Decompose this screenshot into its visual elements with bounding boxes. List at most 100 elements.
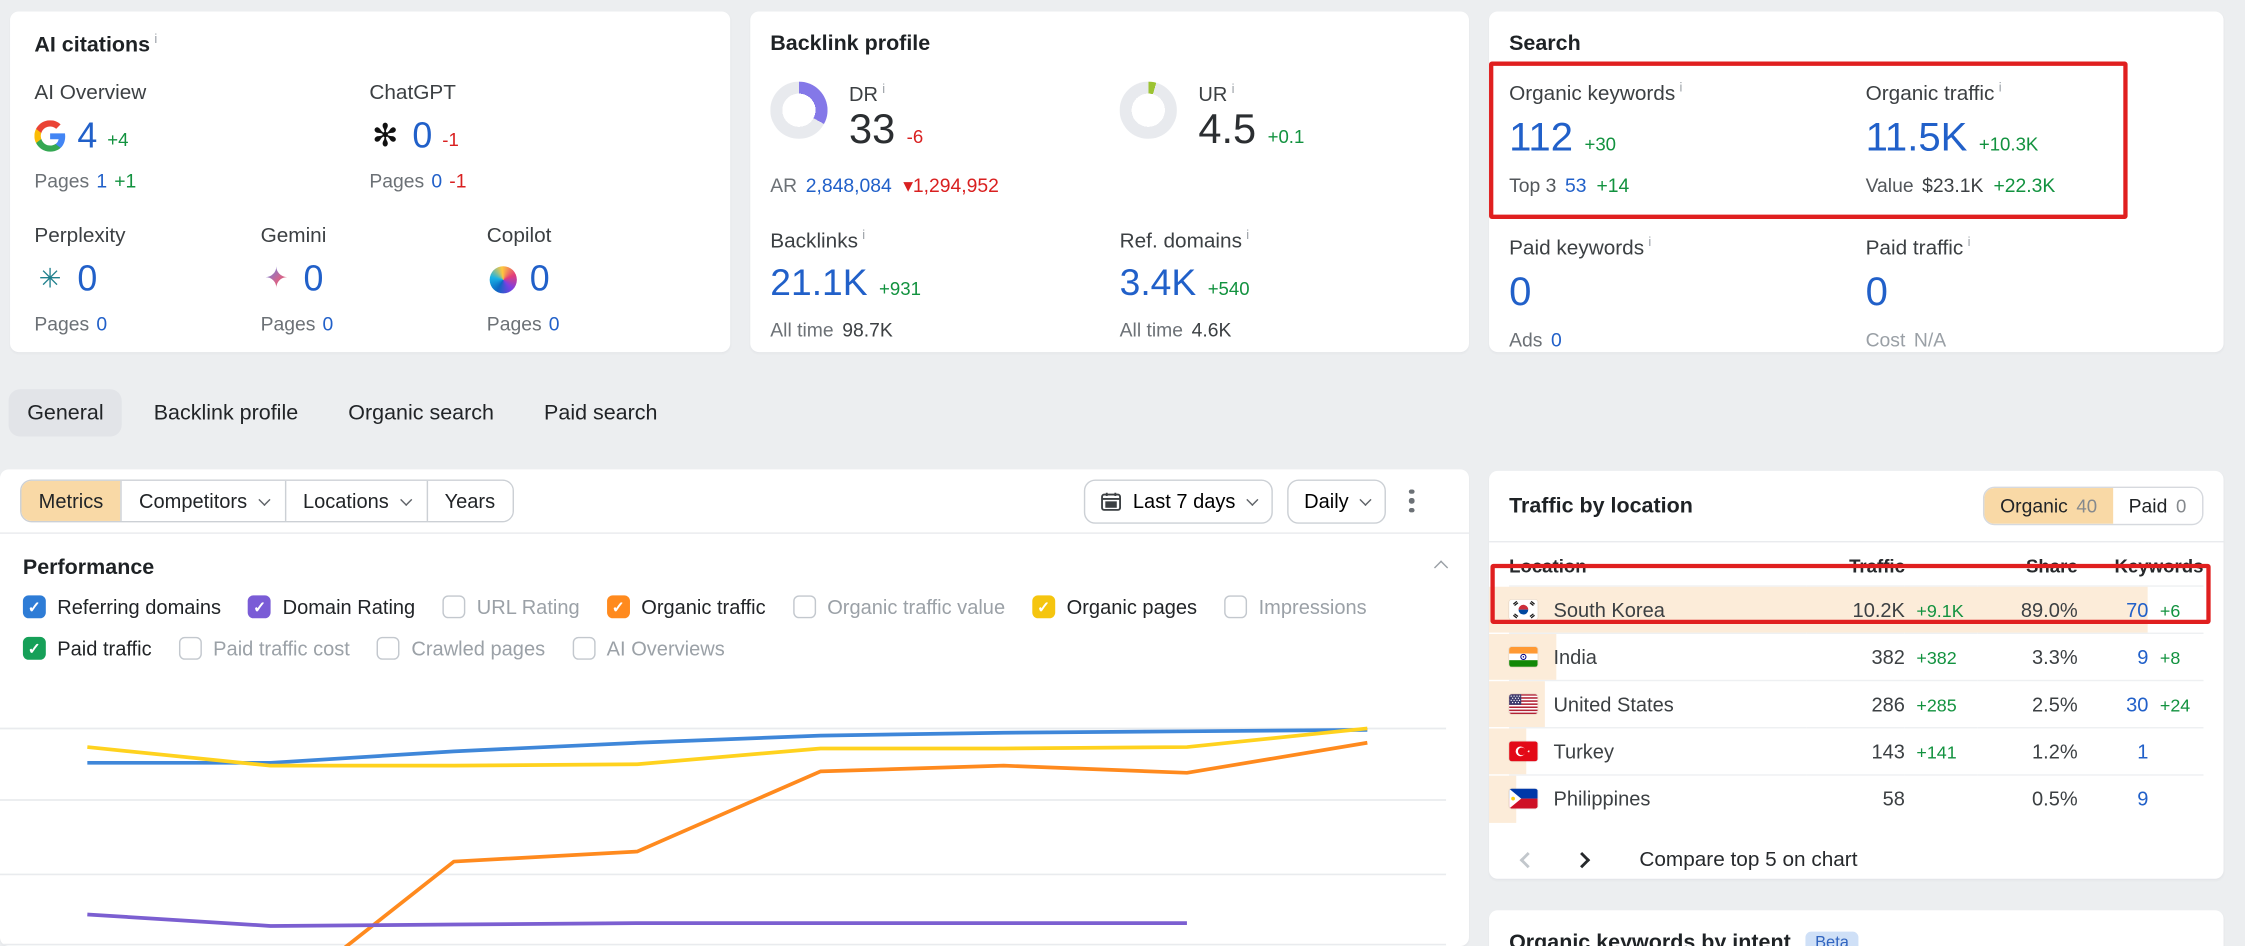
segment-locations[interactable]: Locations [284, 481, 426, 521]
organic-traffic-value[interactable]: 11.5K [1866, 114, 1968, 160]
info-icon[interactable]: i [1968, 234, 1971, 248]
organic-traffic-delta: +10.3K [1979, 133, 2039, 154]
prev-page-button[interactable] [1509, 841, 1546, 878]
checkbox-organic-traffic[interactable]: Organic traffic [607, 595, 766, 618]
keywords-value[interactable]: 1 [2137, 740, 2148, 763]
checkbox-paid-traffic-cost[interactable]: Paid traffic cost [179, 637, 350, 660]
keywords-value[interactable]: 30 [2126, 693, 2148, 716]
share-value: 89.0% [2021, 598, 2078, 621]
checkbox-icon [572, 637, 595, 660]
checkbox-paid-traffic[interactable]: Paid traffic [23, 637, 152, 660]
organic-paid-toggle: Organic40Paid0 [1983, 487, 2204, 526]
traffic-delta: +141 [1916, 743, 1956, 763]
ai-citations-value[interactable]: 0 [530, 258, 550, 300]
location-row-philippines[interactable]: Philippines580.5%9 [1509, 775, 2203, 822]
backlinks-value[interactable]: 21.1K [770, 261, 867, 305]
paid-keywords-value[interactable]: 0 [1509, 269, 1531, 315]
checkbox-referring-domains[interactable]: Referring domains [23, 595, 221, 618]
checkbox-label: Paid traffic cost [213, 637, 350, 660]
ai-source-label: AI Overview [34, 82, 369, 105]
next-page-button[interactable] [1563, 841, 1600, 878]
segment-metrics[interactable]: Metrics [21, 481, 120, 521]
ar-delta: ▾1,294,952 [903, 174, 999, 195]
ai-citations-value[interactable]: 0 [412, 115, 432, 157]
backlinks-alltime: All time98.7K [770, 320, 1119, 341]
date-range-button[interactable]: Last 7 days [1084, 479, 1272, 523]
compare-top5-button[interactable]: Compare top 5 on chart [1639, 848, 1857, 871]
paid-traffic-value[interactable]: 0 [1866, 269, 1888, 315]
segment-competitors[interactable]: Competitors [120, 481, 284, 521]
ar-value[interactable]: 2,848,084 [806, 174, 892, 195]
info-icon[interactable]: i [1648, 234, 1651, 248]
copilot-icon [487, 263, 518, 294]
checkbox-impressions[interactable]: Impressions [1224, 595, 1366, 618]
organic-keywords-value[interactable]: 112 [1509, 114, 1573, 160]
chart-line-organic-traffic [87, 743, 1367, 946]
checkbox-domain-rating[interactable]: Domain Rating [248, 595, 415, 618]
checkbox-label: URL Rating [477, 595, 580, 618]
toggle-paid[interactable]: Paid0 [2113, 488, 2202, 524]
col-keywords: Keywords [2078, 545, 2204, 586]
info-icon[interactable]: i [1999, 80, 2002, 94]
ai-citations-delta: -1 [442, 128, 459, 149]
checkbox-crawled-pages[interactable]: Crawled pages [377, 637, 545, 660]
ai-pages-line: Pages0 [261, 313, 487, 334]
chevron-down-icon [1359, 494, 1371, 506]
organic-keywords-label: Organic keywordsi [1509, 80, 1866, 106]
location-name: United States [1553, 693, 1673, 716]
checkbox-url-rating[interactable]: URL Rating [442, 595, 579, 618]
dr-value: 33 [849, 107, 895, 154]
info-icon[interactable]: i [882, 82, 885, 96]
keywords-value[interactable]: 9 [2137, 787, 2148, 810]
ref-domains-value[interactable]: 3.4K [1120, 261, 1197, 305]
toggle-organic[interactable]: Organic40 [1984, 488, 2113, 524]
kebab-menu-icon[interactable] [1409, 487, 1415, 516]
ai-citations-value[interactable]: 0 [77, 258, 97, 300]
overview-panel: MetricsCompetitorsLocationsYears Last 7 … [0, 469, 1469, 946]
traffic-delta: +285 [1916, 696, 1956, 716]
checkbox-icon [377, 637, 400, 660]
ai-citation-item: Gemini✦0Pages0 [261, 225, 487, 335]
checkbox-label: Crawled pages [411, 637, 545, 660]
info-icon[interactable]: i [1680, 80, 1683, 94]
info-icon[interactable]: i [1232, 82, 1235, 96]
flag-us-icon [1509, 694, 1538, 714]
ai-citations-value[interactable]: 0 [304, 258, 324, 300]
ai-citation-item: AI Overview4+4Pages1+1 [34, 82, 369, 192]
google-icon [34, 120, 65, 151]
location-row-india[interactable]: India382+3823.3%9+8 [1509, 633, 2203, 680]
col-traffic: Traffic [1808, 545, 1905, 586]
organic-traffic-value-line: Value$23.1K+22.3K [1866, 174, 2223, 195]
tab-backlink-profile[interactable]: Backlink profile [135, 389, 317, 436]
paid-keywords-label: Paid keywordsi [1509, 234, 1866, 260]
location-row-turkey[interactable]: Turkey143+1411.2%1 [1509, 728, 2203, 775]
ref-domains-alltime: All time4.6K [1120, 320, 1469, 341]
info-icon[interactable]: i [1246, 227, 1249, 241]
tab-paid-search[interactable]: Paid search [525, 389, 676, 436]
info-icon[interactable]: i [154, 31, 157, 45]
flag-ph-icon [1509, 789, 1538, 809]
tab-organic-search[interactable]: Organic search [330, 389, 513, 436]
traffic-by-location-card: Traffic by location Organic40Paid0 Locat… [1489, 471, 2223, 879]
checkbox-organic-traffic-value[interactable]: Organic traffic value [793, 595, 1005, 618]
flag-tr-icon [1509, 741, 1538, 761]
dr-label: DRi [849, 82, 923, 106]
info-icon[interactable]: i [862, 227, 865, 241]
checkbox-organic-pages[interactable]: Organic pages [1032, 595, 1197, 618]
collapse-chevron-icon[interactable] [1434, 560, 1448, 574]
calendar-icon [1101, 492, 1121, 511]
tab-general[interactable]: General [9, 389, 123, 436]
location-row-united-states[interactable]: United States286+2852.5%30+24 [1509, 681, 2203, 728]
granularity-button[interactable]: Daily [1287, 479, 1386, 523]
keywords-value[interactable]: 9 [2137, 645, 2148, 668]
controls-bar: MetricsCompetitorsLocationsYears Last 7 … [0, 469, 1469, 533]
segment-years[interactable]: Years [426, 481, 512, 521]
beta-badge: Beta [1805, 931, 1859, 946]
ai-citations-value[interactable]: 4 [77, 115, 97, 157]
checkbox-ai-overviews[interactable]: AI Overviews [572, 637, 724, 660]
keywords-value[interactable]: 70 [2126, 598, 2148, 621]
location-row-south-korea[interactable]: South Korea10.2K+9.1K89.0%70+6 [1509, 586, 2203, 633]
keywords-by-intent-title: Organic keywords by intent [1509, 930, 1791, 946]
ai-citations-card: AI citationsi AI Overview4+4Pages1+1Chat… [10, 11, 730, 352]
checkbox-icon [23, 595, 46, 618]
